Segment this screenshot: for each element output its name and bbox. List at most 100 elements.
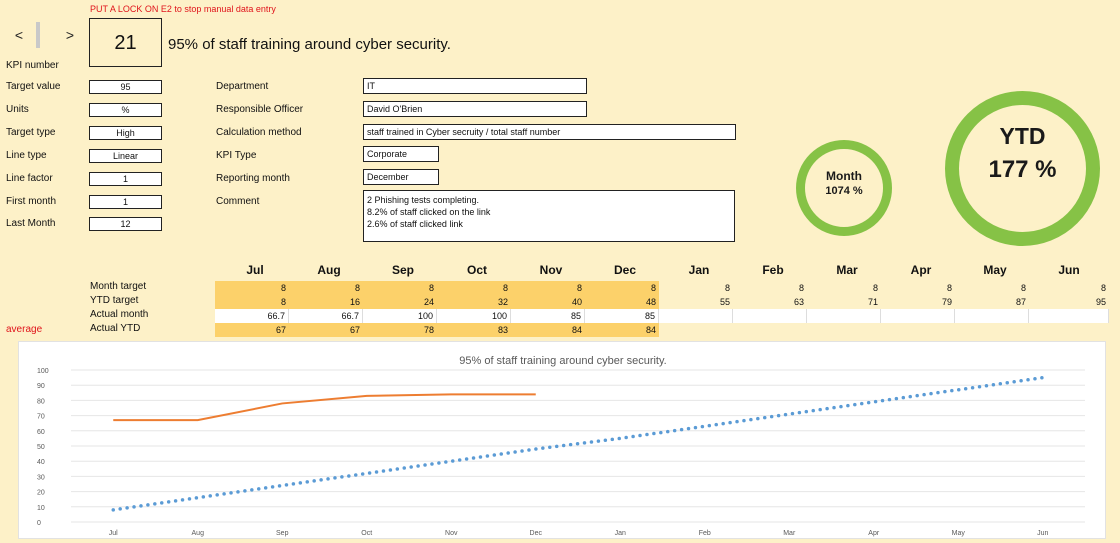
table-cell[interactable]: 67	[289, 323, 363, 337]
table-cell[interactable]: 66.7	[289, 309, 363, 323]
table-cell[interactable]: 79	[881, 295, 955, 309]
table-cell[interactable]: 71	[807, 295, 881, 309]
x-tick-label: Oct	[361, 530, 372, 537]
comment-field[interactable]: 2 Phishing tests completing. 8.2% of sta…	[363, 190, 735, 242]
comment-label: Comment	[216, 196, 260, 207]
table-cell[interactable]	[807, 323, 881, 337]
y-tick-label: 100	[37, 368, 49, 375]
units-field[interactable]: %	[89, 103, 162, 117]
actual-ytd-series-line	[113, 393, 536, 422]
kpi-title: 95% of staff training around cyber secur…	[168, 36, 451, 53]
table-cell[interactable]: 32	[437, 295, 511, 309]
previous-kpi-button[interactable]: <	[8, 24, 30, 46]
table-cell[interactable]: 8	[289, 281, 363, 295]
kpi-number-field[interactable]: 21	[89, 18, 162, 67]
month-header: Aug	[317, 263, 341, 277]
table-cell[interactable]: 55	[659, 295, 733, 309]
y-tick-label: 70	[37, 414, 45, 421]
x-tick-label: Jul	[109, 530, 118, 537]
table-cell[interactable]: 66.7	[215, 309, 289, 323]
first-month-field[interactable]: 1	[89, 195, 162, 209]
table-cell[interactable]: 48	[585, 295, 659, 309]
table-cell[interactable]: 85	[585, 309, 659, 323]
units-label: Units	[6, 104, 29, 115]
comment-line: 8.2% of staff clicked on the link	[367, 207, 491, 217]
table-cell[interactable]: 78	[363, 323, 437, 337]
x-tick-label: Nov	[445, 530, 458, 537]
table-cell[interactable]: 67	[215, 323, 289, 337]
month-header: Jul	[246, 263, 264, 277]
month-header: Nov	[539, 263, 563, 277]
calculation-method-field[interactable]: staff trained in Cyber secruity / total …	[363, 124, 736, 140]
table-cell[interactable]	[733, 309, 807, 323]
table-cell[interactable]: 84	[585, 323, 659, 337]
ytd-target-series-line	[111, 375, 1045, 512]
table-cell[interactable]: 8	[511, 281, 585, 295]
table-cell[interactable]	[1029, 323, 1109, 337]
table-cell[interactable]: 8	[363, 281, 437, 295]
table-cell[interactable]	[733, 323, 807, 337]
table-cell[interactable]: 100	[363, 309, 437, 323]
x-tick-label: Apr	[868, 530, 880, 537]
kpi-number-label: KPI number	[6, 60, 59, 71]
target-value-label: Target value	[6, 81, 61, 92]
table-cell[interactable]: 40	[511, 295, 585, 309]
month-header: Jun	[1058, 263, 1080, 277]
table-cell[interactable]: 63	[733, 295, 807, 309]
table-cell[interactable]: 8	[807, 281, 881, 295]
comment-line: 2.6% of staff clicked link	[367, 219, 463, 229]
line-type-field[interactable]: Linear	[89, 149, 162, 163]
ytd-target-row-label: YTD target	[90, 295, 139, 306]
table-cell[interactable]: 8	[659, 281, 733, 295]
table-cell[interactable]: 100	[437, 309, 511, 323]
responsible-officer-label: Responsible Officer	[216, 104, 304, 115]
y-tick-label: 10	[37, 505, 45, 512]
ytd-gauge: YTD 177 %	[945, 91, 1100, 246]
table-cell[interactable]: 8	[215, 281, 289, 295]
month-header: Feb	[762, 263, 784, 277]
table-cell[interactable]: 83	[437, 323, 511, 337]
nav-divider	[36, 22, 40, 48]
department-field[interactable]: IT	[363, 78, 587, 94]
target-value-field[interactable]: 95	[89, 80, 162, 94]
table-cell[interactable]	[807, 309, 881, 323]
x-tick-label: Sep	[276, 530, 289, 537]
average-label: average	[6, 324, 43, 335]
table-cell[interactable]	[955, 309, 1029, 323]
table-cell[interactable]	[659, 323, 733, 337]
next-kpi-button[interactable]: >	[59, 24, 81, 46]
table-cell[interactable]: 8	[437, 281, 511, 295]
table-cell[interactable]: 95	[1029, 295, 1109, 309]
table-cell[interactable]: 8	[585, 281, 659, 295]
table-cell[interactable]	[955, 323, 1029, 337]
table-cell[interactable]: 24	[363, 295, 437, 309]
x-tick-label: Jan	[615, 530, 626, 537]
table-cell[interactable]	[881, 323, 955, 337]
target-type-field[interactable]: High	[89, 126, 162, 140]
y-tick-label: 60	[37, 429, 45, 436]
table-cell[interactable]: 84	[511, 323, 585, 337]
table-cell[interactable]: 87	[955, 295, 1029, 309]
month-header: Mar	[836, 263, 858, 277]
table-cell[interactable]	[881, 309, 955, 323]
responsible-officer-field[interactable]: David O'Brien	[363, 101, 587, 117]
last-month-label: Last Month	[6, 218, 56, 229]
table-cell[interactable]	[659, 309, 733, 323]
table-cell[interactable]: 85	[511, 309, 585, 323]
last-month-field[interactable]: 12	[89, 217, 162, 231]
table-cell[interactable]: 16	[289, 295, 363, 309]
kpi-type-field[interactable]: Corporate	[363, 146, 439, 162]
x-tick-label: Dec	[530, 530, 543, 537]
table-cell[interactable]: 8	[733, 281, 807, 295]
line-factor-field[interactable]: 1	[89, 172, 162, 186]
lock-warning: PUT A LOCK ON E2 to stop manual data ent…	[90, 4, 276, 14]
table-cell[interactable]	[1029, 309, 1109, 323]
table-cell[interactable]: 8	[215, 295, 289, 309]
y-tick-label: 90	[37, 383, 45, 390]
month-header: Apr	[910, 263, 932, 277]
table-cell[interactable]: 8	[881, 281, 955, 295]
table-cell[interactable]: 8	[955, 281, 1029, 295]
month-header: Oct	[466, 263, 487, 277]
reporting-month-field[interactable]: December	[363, 169, 439, 185]
table-cell[interactable]: 8	[1029, 281, 1109, 295]
